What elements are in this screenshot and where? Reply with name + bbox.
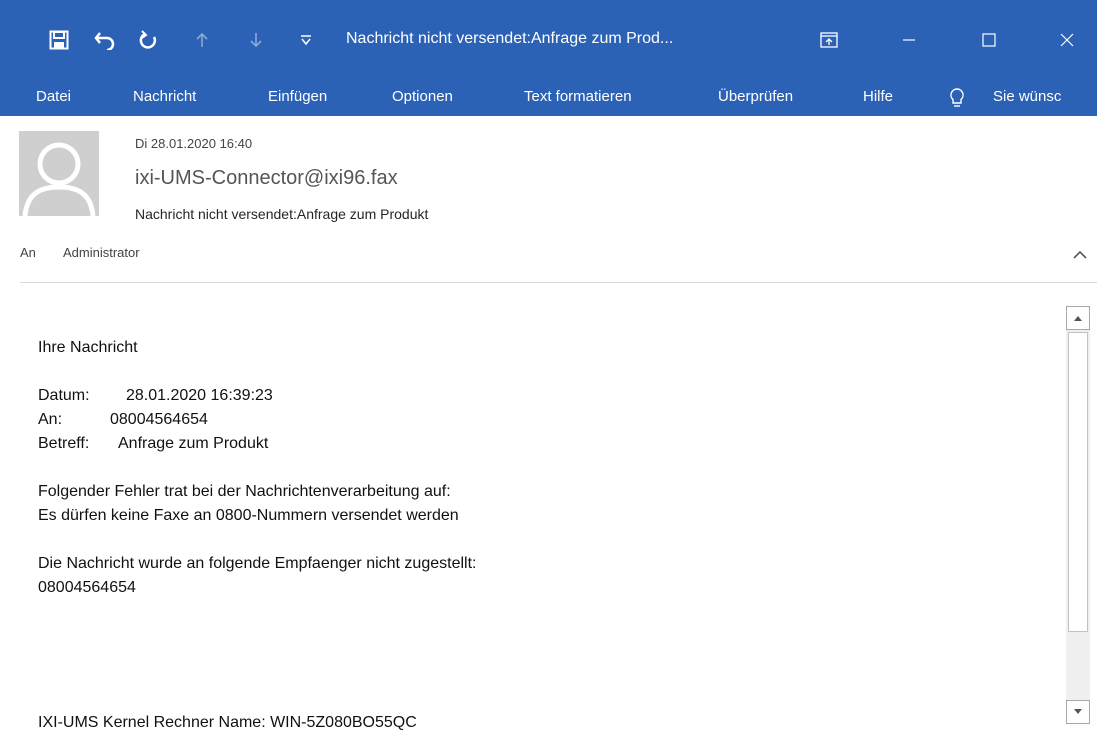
scroll-down-icon[interactable] (1066, 700, 1090, 724)
tell-me-input[interactable]: Sie wünsc (993, 80, 1097, 116)
undo-icon[interactable] (90, 26, 120, 54)
title-bar: Nachricht nicht versendet:Anfrage zum Pr… (0, 0, 1097, 80)
message-date: Di 28.01.2020 16:40 (135, 136, 253, 151)
vertical-scrollbar[interactable] (1066, 306, 1090, 724)
datum-value: 28.01.2020 16:39:23 (126, 387, 273, 404)
error-text: Es dürfen keine Faxe an 0800-Nummern ver… (38, 507, 459, 524)
an-value: 08004564654 (110, 411, 208, 428)
to-label: An (20, 245, 36, 260)
redo-icon[interactable] (134, 26, 164, 54)
cut-off-line: IXI-UMS Kernel Rechner Name: WIN-5Z080BO… (38, 714, 417, 731)
recipient-number: 08004564654 (38, 579, 136, 596)
betreff-value: Anfrage zum Produkt (118, 435, 269, 452)
body-intro: Ihre Nachricht (38, 339, 138, 356)
close-icon[interactable] (1044, 24, 1090, 56)
collapse-header-icon[interactable] (1071, 248, 1089, 262)
datum-label: Datum: (38, 387, 90, 404)
ribbon-display-icon[interactable] (806, 24, 852, 56)
betreff-label: Betreff: (38, 435, 90, 452)
save-icon[interactable] (44, 26, 74, 54)
minimize-icon[interactable] (886, 24, 932, 56)
recipients-intro: Die Nachricht wurde an folgende Empfaeng… (38, 555, 477, 572)
avatar (19, 131, 99, 216)
tab-text-formatieren[interactable]: Text formatieren (524, 80, 632, 116)
lightbulb-icon[interactable] (948, 80, 966, 116)
message-body[interactable]: Ihre Nachricht Datum: 28.01.2020 16:39:2… (20, 284, 1064, 740)
arrow-down-icon[interactable] (244, 26, 268, 54)
tab-hilfe[interactable]: Hilfe (863, 80, 893, 116)
tab-nachricht[interactable]: Nachricht (133, 80, 196, 116)
scroll-up-icon[interactable] (1066, 306, 1090, 330)
window-title: Nachricht nicht versendet:Anfrage zum Pr… (346, 30, 674, 47)
tab-ueberpruefen[interactable]: Überprüfen (718, 80, 793, 116)
to-recipient[interactable]: Administrator (63, 245, 140, 260)
customize-icon[interactable] (294, 26, 318, 54)
error-intro: Folgender Fehler trat bei der Nachrichte… (38, 483, 451, 500)
sender-address[interactable]: ixi-UMS-Connector@ixi96.fax (135, 167, 398, 190)
message-subject: Nachricht nicht versendet:Anfrage zum Pr… (135, 206, 429, 222)
tab-einfuegen[interactable]: Einfügen (268, 80, 327, 116)
maximize-icon[interactable] (966, 24, 1012, 56)
an-label: An: (38, 411, 63, 428)
tab-optionen[interactable]: Optionen (392, 80, 453, 116)
tab-datei[interactable]: Datei (36, 80, 71, 116)
arrow-up-icon[interactable] (190, 26, 214, 54)
ribbon-tabs: Datei Nachricht Einfügen Optionen Text f… (0, 80, 1097, 116)
header-divider (20, 282, 1097, 283)
scroll-thumb[interactable] (1068, 332, 1088, 632)
